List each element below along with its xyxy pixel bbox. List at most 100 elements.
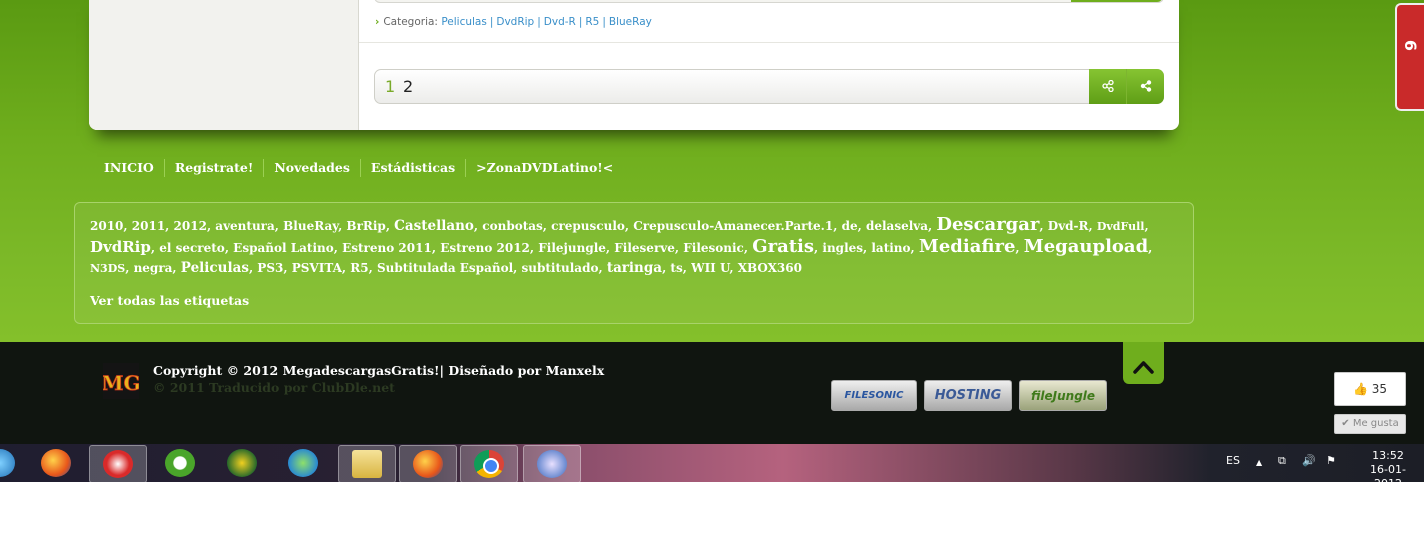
tag-link[interactable]: 2010 [90, 219, 123, 233]
tag-link[interactable]: Descargar [936, 214, 1039, 235]
tag-link[interactable]: ts [670, 261, 682, 275]
tag-link[interactable]: taringa [607, 260, 662, 276]
tag-link[interactable]: Megaupload [1024, 236, 1148, 257]
tag-link[interactable]: delaselva [866, 219, 928, 233]
tag-link[interactable]: de [842, 219, 858, 233]
hosting-banner[interactable]: HOSTING [924, 380, 1012, 411]
tag-link[interactable]: XBOX360 [738, 261, 802, 275]
tag-link[interactable]: BlueRay [283, 219, 338, 233]
copyright-text: Copyright © 2012 MegadescargasGratis!| D… [153, 363, 605, 378]
tag-link[interactable]: Filesonic [683, 241, 744, 255]
thumbs-up-icon: 👍 [1352, 382, 1368, 396]
tag-link[interactable]: Crepusculo-Amanecer.Parte.1 [633, 219, 833, 233]
system-clock[interactable]: 13:52 16-01-2012 [1358, 449, 1418, 491]
action-center-flag-icon[interactable]: ⚑ [1326, 454, 1336, 467]
all-tags-link[interactable]: Ver todas las etiquetas [90, 293, 249, 308]
footer-nav-novedades[interactable]: Novedades [263, 159, 360, 177]
taskbar-nero[interactable] [214, 445, 270, 481]
nero-icon [227, 449, 257, 477]
utorrent-icon [165, 449, 195, 477]
tag-link[interactable]: ingles [822, 241, 863, 255]
post-panel: › Categoria: Peliculas | DvdRip | Dvd-R | R5 | Bl… [359, 0, 1179, 130]
category-link-dvdrip[interactable]: DvdRip [496, 16, 534, 28]
side-counter-tab[interactable]: 6 [1395, 3, 1424, 111]
windows-taskbar: ES ▲ ⧉ 🔊 ⚑ 13:52 16-01-2012 [0, 444, 1424, 490]
tag-link[interactable]: PS3 [257, 261, 283, 275]
tag-link[interactable]: conbotas [482, 219, 543, 233]
tag-link[interactable]: 2012 [174, 219, 207, 233]
tag-link[interactable]: aventura [215, 219, 274, 233]
divider [359, 42, 1179, 43]
footer-nav-zonadvdlatino[interactable]: >ZonaDVDLatino!< [465, 159, 623, 177]
filejungle-banner[interactable]: fileJungle [1019, 380, 1107, 411]
translation-credit[interactable]: © 2011 Traducido por ClubDle.net [153, 380, 395, 395]
clock-date: 16-01-2012 [1370, 463, 1406, 490]
taskbar-firefox[interactable] [28, 445, 84, 481]
clock-time: 13:52 [1372, 449, 1404, 462]
tag-link[interactable]: negra [134, 261, 173, 275]
category-link-r5[interactable]: R5 [585, 16, 599, 28]
taskbar-chrome[interactable] [460, 445, 518, 483]
taskbar-ccleaner[interactable] [89, 445, 147, 483]
taskbar-firefox-2[interactable] [399, 445, 457, 483]
post-footer-bar [374, 0, 1164, 3]
tag-link[interactable]: el secreto [159, 241, 225, 255]
tag-link[interactable]: DvdFull [1097, 220, 1145, 233]
tag-link[interactable]: Subtitulada Español [377, 261, 513, 275]
filesonic-banner[interactable]: FILESONIC [831, 380, 917, 411]
messenger-icon [0, 449, 15, 477]
tag-link[interactable]: subtitulado [522, 261, 599, 275]
tag-link[interactable]: R5 [350, 261, 368, 275]
taskbar-messenger[interactable] [0, 445, 28, 481]
footer-nav-registrate[interactable]: Registrate! [163, 159, 264, 177]
tag-link[interactable]: Castellano [394, 218, 474, 234]
taskbar-msn[interactable] [275, 445, 331, 481]
taskbar-explorer[interactable] [338, 445, 396, 483]
hoster-banners: FILESONIC HOSTING fileJungle [831, 380, 1107, 411]
footer-nav-inicio[interactable]: INICIO [104, 159, 164, 177]
pagination-bar: 1 2 [374, 69, 1164, 104]
pagination-buttons [1089, 69, 1164, 104]
footer-nav-estadisticas[interactable]: Estádisticas [359, 159, 465, 177]
tag-link[interactable]: latino [871, 241, 910, 255]
tag-link[interactable]: Gratis [752, 236, 814, 257]
taskbar-paint[interactable] [523, 445, 581, 483]
side-counter: 6 [1401, 39, 1421, 52]
tag-link[interactable]: WII U [691, 261, 729, 275]
network-icon[interactable]: ⧉ [1278, 454, 1286, 468]
share-filled-icon[interactable] [1127, 69, 1164, 104]
post-category: › Categoria: Peliculas | DvdRip | Dvd-R | R5 | Bl… [375, 16, 652, 28]
taskbar-utorrent[interactable] [152, 445, 208, 481]
category-link-dvdr[interactable]: Dvd-R [544, 16, 576, 28]
tag-link[interactable]: 2011 [132, 219, 165, 233]
category-link-blueray[interactable]: BlueRay [609, 16, 652, 28]
tag-link[interactable]: DvdRip [90, 238, 151, 256]
read-more-button[interactable] [1071, 0, 1163, 2]
tag-link[interactable]: N3DS [90, 262, 125, 275]
tag-link[interactable]: Fileserve [614, 241, 675, 255]
tag-link[interactable]: BrRip [346, 219, 385, 233]
tag-link[interactable]: Dvd-R [1048, 219, 1089, 233]
tag-link[interactable]: crepusculo [551, 219, 625, 233]
tag-link[interactable]: Filejungle [538, 241, 606, 255]
share-icon[interactable] [1089, 69, 1127, 104]
firefox-icon [41, 449, 71, 477]
category-link-peliculas[interactable]: Peliculas [441, 16, 487, 28]
tag-link[interactable]: Estreno 2012 [440, 241, 530, 255]
like-button[interactable]: ✔ Me gusta [1334, 414, 1406, 434]
tag-link[interactable]: Peliculas [181, 260, 249, 276]
footer-nav: INICIO Registrate! Novedades Estádistica… [104, 159, 623, 177]
tag-link[interactable]: Español Latino [233, 241, 334, 255]
chrome-icon [474, 450, 504, 478]
like-count: 👍 35 [1352, 382, 1388, 396]
volume-icon[interactable]: 🔊 [1302, 454, 1316, 467]
scroll-top-button[interactable] [1123, 342, 1164, 384]
tag-link[interactable]: Estreno 2011 [342, 241, 432, 255]
paint-palette-icon [537, 450, 567, 478]
like-count-box: 👍 35 [1334, 372, 1406, 406]
language-indicator[interactable]: ES [1226, 454, 1240, 467]
tray-expand-icon[interactable]: ▲ [1256, 458, 1262, 467]
page-2-link[interactable]: 2 [403, 77, 413, 96]
tag-link[interactable]: Mediafire [919, 236, 1016, 257]
tag-link[interactable]: PSVITA [292, 261, 342, 275]
